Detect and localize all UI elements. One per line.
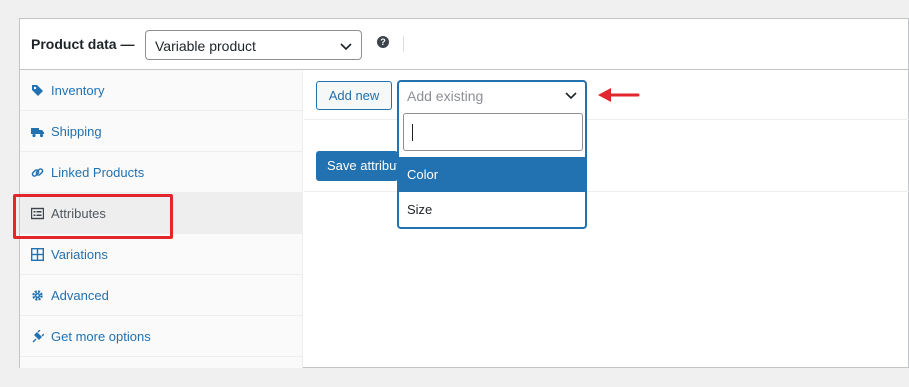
product-data-header: Product data — Variable product ?	[20, 19, 908, 70]
tab-variations[interactable]: Variations	[20, 234, 303, 275]
link-icon	[31, 168, 44, 177]
gear-icon	[32, 290, 43, 301]
chevron-down-icon	[565, 92, 577, 100]
grid-icon	[31, 248, 44, 261]
truck-icon	[31, 128, 44, 138]
header-divider	[403, 36, 404, 52]
tab-shipping-label: Shipping	[51, 124, 102, 139]
content-divider	[304, 191, 909, 192]
add-new-attribute-button[interactable]: Add new	[316, 81, 392, 110]
product-data-panel: Product data — Variable product ? Invent…	[19, 18, 909, 368]
tab-linked-products-label: Linked Products	[51, 165, 145, 180]
product-type-value: Variable product	[155, 38, 256, 54]
add-existing-select[interactable]: Add existing	[397, 80, 587, 110]
tab-shipping[interactable]: Shipping	[20, 111, 303, 152]
product-type-select[interactable]: Variable product	[145, 30, 362, 60]
product-data-title: Product data —	[31, 36, 135, 52]
tab-get-more-options-label: Get more options	[51, 329, 151, 344]
tab-get-more-options[interactable]: Get more options	[20, 316, 303, 357]
tab-inventory-label: Inventory	[51, 83, 105, 98]
tab-variations-label: Variations	[51, 247, 108, 262]
tab-inventory[interactable]: Inventory	[20, 70, 303, 111]
text-caret	[412, 124, 413, 141]
annotation-arrow-icon	[598, 88, 640, 102]
add-existing-placeholder: Add existing	[407, 88, 484, 104]
chevron-down-icon	[340, 43, 352, 51]
tag-icon	[32, 85, 43, 96]
tab-linked-products[interactable]: Linked Products	[20, 152, 303, 193]
question-circle-icon[interactable]: ?	[377, 36, 389, 48]
dropdown-search-input[interactable]	[403, 113, 583, 151]
plugin-icon	[32, 330, 44, 343]
attribute-dropdown: Color Size	[397, 108, 587, 229]
annotation-highlight-box	[13, 194, 173, 239]
option-size[interactable]: Size	[399, 192, 585, 227]
tab-advanced[interactable]: Advanced	[20, 275, 303, 316]
option-color[interactable]: Color	[399, 157, 585, 192]
tab-advanced-label: Advanced	[51, 288, 109, 303]
save-attributes-button[interactable]: Save attributes	[316, 151, 398, 181]
attributes-panel: Add new Add existing Save attributes Col…	[304, 70, 909, 368]
